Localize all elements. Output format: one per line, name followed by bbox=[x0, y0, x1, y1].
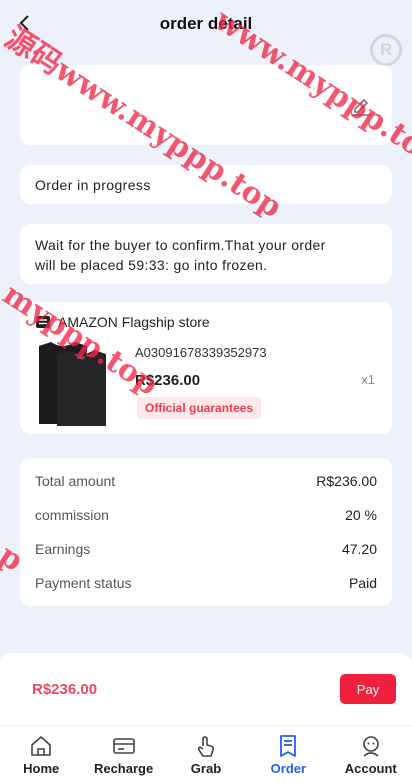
product-quantity: x1 bbox=[361, 372, 375, 387]
summary-label: Total amount bbox=[35, 473, 116, 489]
summary-label: Payment status bbox=[35, 575, 132, 591]
summary-value: 47.20 bbox=[341, 541, 377, 557]
notice-card: Wait for the buyer to confirm.That your … bbox=[20, 224, 392, 284]
tab-label: Account bbox=[344, 761, 397, 776]
product-price: R$236.00 bbox=[135, 372, 201, 389]
summary-value: 20 % bbox=[345, 507, 377, 523]
summary-card: Total amount R$236.00 commission 20 % Ea… bbox=[20, 458, 392, 606]
order-status-text: Order in progress bbox=[35, 176, 151, 193]
pencil-icon bbox=[352, 98, 371, 116]
pay-button[interactable]: Pay bbox=[340, 674, 396, 704]
tab-recharge[interactable]: Recharge bbox=[83, 726, 165, 783]
tab-label: Order bbox=[270, 761, 307, 776]
notice-line-1: Wait for the buyer to confirm.That your … bbox=[35, 237, 326, 253]
tab-label: Home bbox=[23, 761, 60, 776]
edit-address-button[interactable] bbox=[350, 94, 372, 116]
summary-row-earnings: Earnings 47.20 bbox=[35, 532, 377, 566]
guarantee-badge: Official guarantees bbox=[137, 397, 262, 419]
store-header: AMAZON Flagship store bbox=[35, 314, 210, 330]
address-card[interactable] bbox=[20, 65, 392, 145]
back-button[interactable] bbox=[14, 12, 36, 34]
chevron-left-icon bbox=[19, 15, 29, 31]
product-image[interactable] bbox=[35, 338, 145, 428]
tab-label: Grab bbox=[190, 761, 222, 776]
tab-label: Recharge bbox=[93, 761, 154, 776]
page-title: order detail bbox=[159, 14, 253, 33]
tab-account[interactable]: Account bbox=[330, 726, 412, 783]
user-icon bbox=[362, 736, 379, 757]
store-card[interactable]: AMAZON Flagship store A03091678339352973… bbox=[20, 302, 392, 434]
home-icon bbox=[31, 736, 51, 756]
card-icon bbox=[112, 738, 135, 754]
summary-value: R$236.00 bbox=[316, 473, 377, 489]
tab-order[interactable]: Order bbox=[247, 726, 329, 783]
summary-row-payment-status: Payment status Paid bbox=[35, 566, 377, 600]
store-icon bbox=[36, 316, 50, 328]
store-name: AMAZON Flagship store bbox=[58, 314, 210, 330]
notice-line-2: will be placed 59:33: go into frozen. bbox=[35, 257, 268, 273]
tab-grab[interactable]: Grab bbox=[165, 726, 247, 783]
summary-label: commission bbox=[35, 507, 109, 523]
bottom-tab-bar: Home Recharge Grab Order Account bbox=[0, 725, 412, 783]
order-number: A03091678339352973 bbox=[135, 345, 267, 360]
status-card: Order in progress bbox=[20, 165, 392, 204]
pay-amount: R$236.00 bbox=[32, 681, 98, 698]
order-icon bbox=[280, 735, 297, 757]
tab-home[interactable]: Home bbox=[0, 726, 82, 783]
summary-row-commission: commission 20 % bbox=[35, 498, 377, 532]
pay-bar: R$236.00 Pay bbox=[0, 653, 412, 725]
registered-mark-icon: R bbox=[370, 34, 402, 66]
summary-row-total: Total amount R$236.00 bbox=[35, 464, 377, 498]
summary-value: Paid bbox=[348, 575, 377, 591]
summary-label: Earnings bbox=[35, 541, 91, 557]
header: order detail bbox=[0, 0, 412, 48]
hand-tap-icon bbox=[197, 736, 215, 757]
